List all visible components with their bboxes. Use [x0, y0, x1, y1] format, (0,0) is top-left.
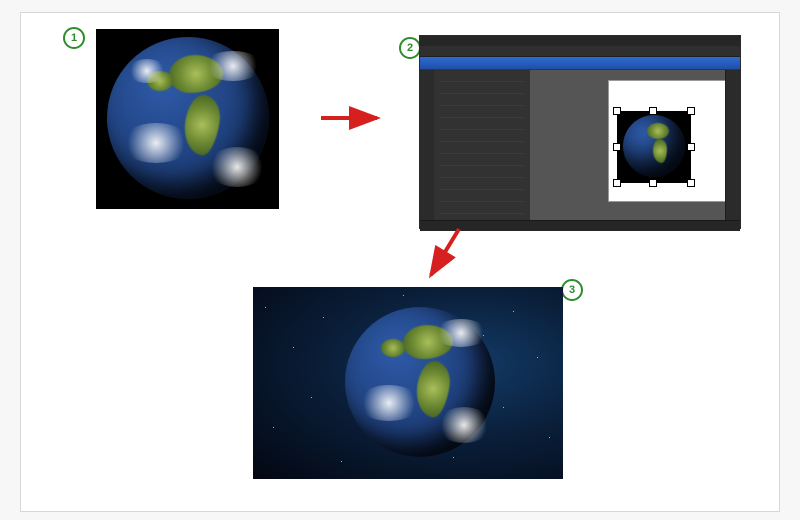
step1-source-image	[96, 29, 279, 209]
panel-row[interactable]	[440, 145, 524, 154]
star	[403, 295, 404, 296]
editor-side-panel[interactable]	[434, 70, 531, 220]
earth-globe	[623, 115, 685, 177]
editor-canvas-area[interactable]	[530, 70, 726, 220]
cloud	[357, 385, 421, 421]
cloud	[121, 123, 191, 163]
editor-toolbar[interactable]	[420, 57, 740, 70]
arrow-2-to-3	[419, 225, 469, 285]
step3-result-image	[253, 287, 563, 479]
earth-globe	[107, 37, 269, 199]
star	[293, 347, 294, 348]
star	[323, 317, 324, 318]
panel-row[interactable]	[440, 121, 524, 130]
step-badge-2-label: 2	[407, 42, 413, 54]
editor-menubar[interactable]	[420, 46, 740, 57]
step-badge-2: 2	[399, 37, 421, 59]
editor-right-toolbox[interactable]	[725, 70, 740, 220]
arrow-1-to-2	[319, 103, 389, 133]
selection-handle[interactable]	[687, 143, 695, 151]
star	[311, 397, 312, 398]
step-badge-3-label: 3	[569, 284, 575, 296]
star	[265, 307, 266, 308]
star	[453, 457, 454, 458]
editor-page[interactable]	[608, 80, 726, 202]
landmass	[647, 123, 669, 139]
editor-titlebar	[420, 36, 740, 46]
cloud	[127, 59, 167, 83]
star	[513, 311, 514, 312]
step-badge-1: 1	[63, 27, 85, 49]
star	[537, 357, 538, 358]
panel-row[interactable]	[440, 193, 524, 202]
selection-handle[interactable]	[687, 107, 695, 115]
landmass	[381, 339, 405, 357]
editor-body	[420, 70, 740, 220]
selection-handle[interactable]	[613, 179, 621, 187]
star	[341, 461, 342, 462]
selection-handle[interactable]	[613, 107, 621, 115]
star	[503, 407, 504, 408]
cloud	[437, 407, 491, 443]
cloud	[207, 147, 267, 187]
panel-row[interactable]	[440, 97, 524, 106]
panel-row[interactable]	[440, 169, 524, 178]
panel-row[interactable]	[440, 205, 524, 214]
step-badge-3: 3	[561, 279, 583, 301]
selection-handle[interactable]	[613, 143, 621, 151]
star	[273, 427, 274, 428]
editor-left-toolbox[interactable]	[420, 70, 435, 220]
cloud	[203, 51, 263, 81]
panel-row[interactable]	[440, 109, 524, 118]
diagram-frame: 1 2	[20, 12, 780, 512]
star	[549, 437, 550, 438]
cloud	[433, 319, 489, 347]
selection-handle[interactable]	[687, 179, 695, 187]
earth-globe	[345, 307, 495, 457]
selection-handle[interactable]	[649, 107, 657, 115]
selection-handle[interactable]	[649, 179, 657, 187]
landmass	[653, 139, 667, 163]
panel-row[interactable]	[440, 73, 524, 82]
step-badge-1-label: 1	[71, 32, 77, 44]
editor-statusbar	[420, 220, 740, 231]
panel-row[interactable]	[440, 157, 524, 166]
panel-row[interactable]	[440, 181, 524, 190]
panel-row[interactable]	[440, 85, 524, 94]
panel-row[interactable]	[440, 133, 524, 142]
placed-image[interactable]	[617, 111, 691, 183]
step2-editor-window	[419, 35, 741, 229]
